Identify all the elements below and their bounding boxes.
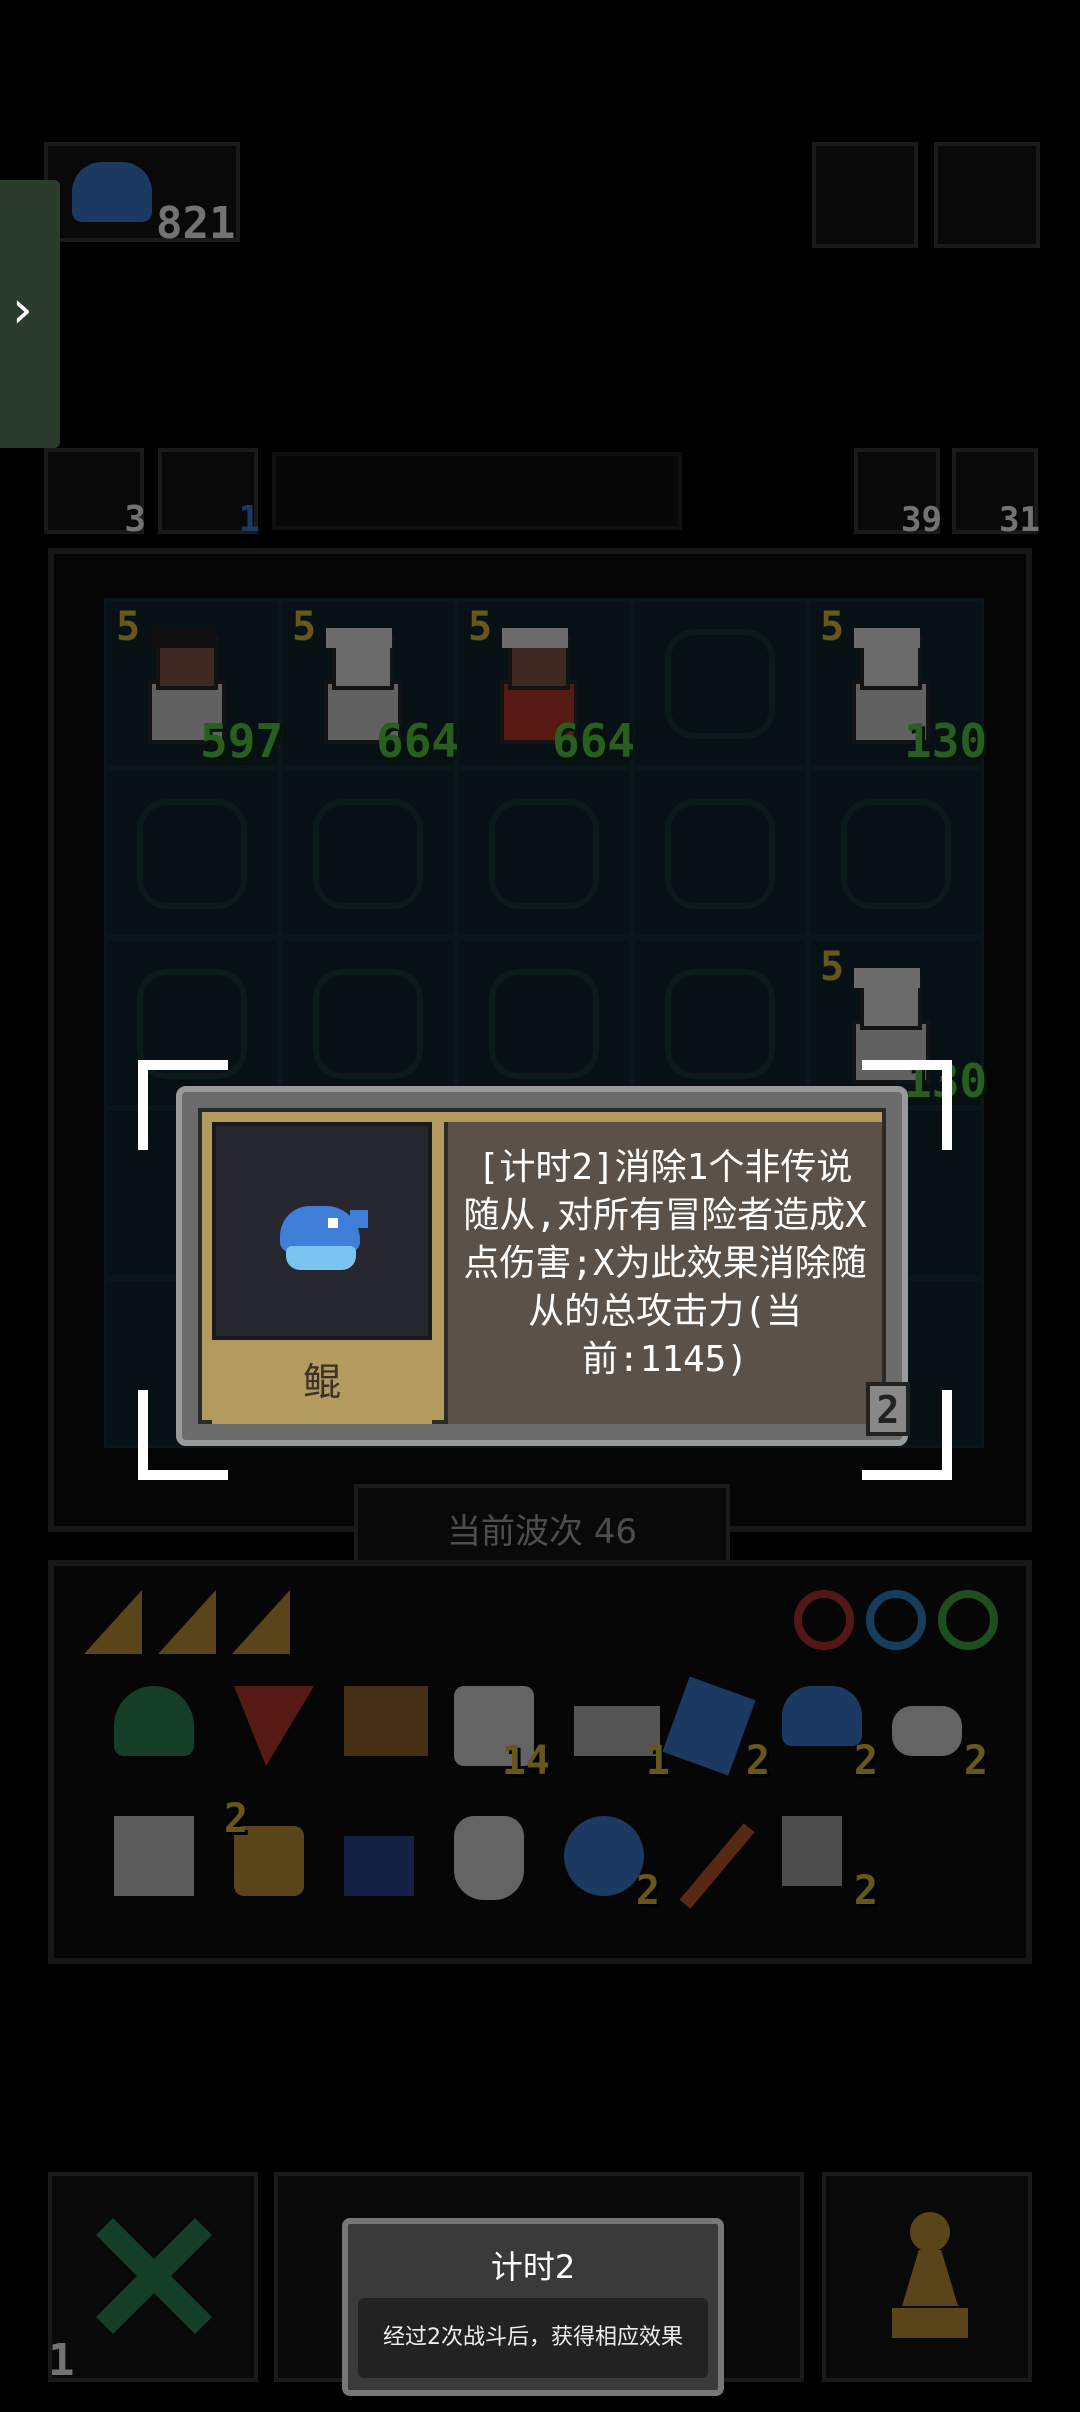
inventory-item[interactable]: 2 [892, 1686, 988, 1784]
item-description-panel: [计时2]消除1个非传说随从,对所有冒险者造成X点伤害;X为此效果消除随从的总攻… [444, 1122, 882, 1424]
board-cell[interactable] [280, 938, 456, 1108]
item-count: 2 [853, 1868, 878, 1914]
unit-attack: 130 [904, 714, 988, 768]
resource-4: 31 [952, 448, 1040, 540]
board-cell[interactable] [456, 768, 632, 938]
resource-1: 3 [44, 448, 146, 540]
item-name-bar: 鲲 [212, 1340, 432, 1424]
settings-button[interactable] [934, 142, 1040, 248]
side-drawer-tab[interactable]: › [0, 180, 60, 448]
help-button[interactable] [812, 142, 918, 248]
currency-panel: 821 [44, 142, 240, 249]
chevron-right-icon: › [12, 280, 33, 340]
unit-attack: 664 [376, 714, 460, 768]
tab-shape-2[interactable] [158, 1590, 216, 1654]
charge-badge: 2 [866, 1382, 910, 1436]
board-cell[interactable] [632, 598, 808, 768]
item-count: 2 [963, 1738, 988, 1784]
inventory-item[interactable] [114, 1816, 204, 1906]
inventory-item[interactable]: 1 [574, 1686, 670, 1784]
pawn-button[interactable] [822, 2172, 1032, 2382]
cancel-button[interactable]: 1 [48, 2172, 258, 2386]
unit-level: 5 [292, 604, 317, 650]
resource-2-count: 1 [238, 499, 260, 540]
board-cell[interactable] [280, 768, 456, 938]
tab-shape-1[interactable] [84, 1590, 142, 1654]
wave-label: 当前波次 46 [446, 1512, 638, 1552]
inventory-item[interactable] [114, 1686, 204, 1776]
tooltip-body: 经过2次战斗后，获得相应效果 [383, 2325, 683, 2350]
gem-red-icon[interactable] [794, 1590, 854, 1650]
inventory-item[interactable]: 2 [782, 1686, 878, 1784]
resource-2: 1 [158, 448, 260, 540]
board-cell[interactable] [632, 768, 808, 938]
tab-shape-3[interactable] [232, 1590, 290, 1654]
board-cell[interactable] [104, 768, 280, 938]
inventory-item[interactable] [454, 1816, 544, 1906]
inventory-item[interactable]: 14 [454, 1686, 550, 1784]
kun-fish-icon [280, 1206, 368, 1272]
kun-currency-icon [72, 162, 152, 222]
resource-4-count: 31 [999, 500, 1040, 540]
inventory-item[interactable] [344, 1686, 434, 1776]
unit-level: 5 [820, 944, 845, 990]
inventory-item[interactable] [344, 1816, 434, 1906]
progress-track [272, 452, 682, 530]
item-count: 2 [224, 1796, 249, 1842]
resource-1-count: 3 [124, 499, 146, 540]
pawn-icon [892, 2212, 968, 2342]
tooltip-body-box: 经过2次战斗后，获得相应效果 [358, 2298, 708, 2378]
board-cell[interactable] [808, 768, 984, 938]
inventory-item[interactable]: 2 [782, 1816, 878, 1914]
item-count: 2 [745, 1738, 770, 1784]
cancel-count: 1 [48, 2335, 75, 2386]
unit-level: 5 [116, 604, 141, 650]
currency-value: 821 [156, 198, 236, 249]
inventory-item[interactable]: 2 [564, 1816, 660, 1914]
board-cell[interactable] [456, 938, 632, 1108]
charge-count: 2 [876, 1388, 900, 1432]
gem-green-icon[interactable] [938, 1590, 998, 1650]
resource-3-count: 39 [901, 500, 942, 540]
unit-level: 5 [820, 604, 845, 650]
inventory-item[interactable]: 2 [662, 1676, 770, 1784]
item-portrait [212, 1122, 432, 1340]
item-name: 鲲 [302, 1360, 341, 1404]
inventory-item[interactable] [674, 1816, 764, 1909]
close-icon [92, 2216, 212, 2336]
unit-attack: 597 [200, 714, 284, 768]
item-detail-card: 鲲 [计时2]消除1个非传说随从,对所有冒险者造成X点伤害;X为此效果消除随从的… [176, 1086, 910, 1446]
gem-blue-icon[interactable] [866, 1590, 926, 1650]
unit-attack: 664 [552, 714, 636, 768]
board-cell[interactable] [632, 938, 808, 1108]
item-count: 2 [853, 1738, 878, 1784]
item-description: [计时2]消除1个非传说随从,对所有冒险者造成X点伤害;X为此效果消除随从的总攻… [463, 1147, 867, 1380]
unit-level: 5 [468, 604, 493, 650]
tooltip-title: 计时2 [490, 2248, 576, 2286]
item-count: 14 [501, 1738, 550, 1784]
inventory-item[interactable] [234, 1686, 324, 1776]
inventory-panel: 14 1 2 2 2 2 2 2 [48, 1560, 1032, 1964]
resource-3: 39 [854, 448, 942, 540]
item-count: 2 [635, 1868, 660, 1914]
inventory-item[interactable]: 2 [224, 1796, 324, 1906]
timer-tooltip: 计时2 经过2次战斗后，获得相应效果 [342, 2218, 724, 2396]
